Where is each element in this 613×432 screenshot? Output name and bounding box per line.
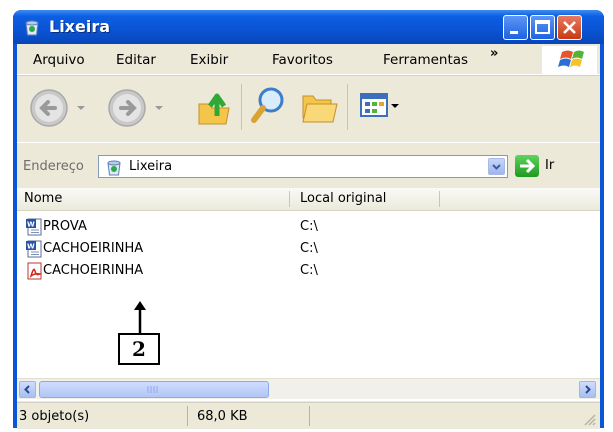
maximize-button[interactable] (530, 15, 555, 40)
scroll-thumb[interactable] (39, 381, 269, 398)
address-value: Lixeira (129, 159, 173, 174)
resize-grip-icon[interactable] (583, 413, 597, 427)
file-name: PROVA (43, 219, 87, 234)
close-button[interactable] (557, 15, 582, 40)
go-button[interactable] (515, 155, 539, 177)
title-bar[interactable]: Lixeira (13, 10, 604, 44)
status-object-count: 3 objeto(s) (19, 409, 90, 424)
status-bar: 3 objeto(s) 68,0 KB (17, 402, 600, 429)
menu-bar: Arquivo Editar Exibir Favoritos Ferramen… (17, 44, 600, 75)
scroll-right-button[interactable] (579, 381, 596, 398)
recycle-bin-icon (107, 160, 121, 176)
chevron-left-icon (24, 385, 30, 394)
file-list: Nome Local original W PROVA C:\ W CACHOE… (17, 188, 600, 401)
menu-arquivo[interactable]: Arquivo (33, 52, 85, 68)
menu-ferramentas[interactable]: Ferramentas (383, 52, 468, 68)
address-bar: Endereço Lixeira Ir (17, 142, 600, 188)
address-dropdown-button[interactable] (488, 158, 505, 175)
svg-text:W: W (27, 221, 35, 229)
column-name[interactable]: Nome (24, 191, 62, 206)
file-location: C:\ (300, 241, 318, 256)
chevron-right-icon (585, 385, 591, 394)
menu-editar[interactable]: Editar (116, 52, 156, 68)
minimize-button[interactable] (503, 15, 528, 40)
annotation-arrow (134, 301, 146, 334)
recycle-bin-icon (25, 20, 39, 36)
list-item[interactable]: W CACHOEIRINHA C:\ (17, 238, 600, 260)
file-location: C:\ (300, 219, 318, 234)
menu-favoritos[interactable]: Favoritos (272, 52, 333, 68)
maximize-icon (535, 20, 550, 34)
windows-flag-icon (558, 50, 584, 67)
address-field[interactable]: Lixeira (98, 155, 508, 178)
windows-logo (542, 46, 597, 74)
menu-overflow-chevron[interactable]: » (490, 46, 498, 61)
column-header: Nome Local original (17, 188, 600, 211)
client-area: Arquivo Editar Exibir Favoritos Ferramen… (17, 44, 600, 429)
arrow-right-icon (520, 158, 536, 174)
menu-exibir[interactable]: Exibir (190, 52, 228, 68)
word-document-icon: W (26, 240, 42, 258)
go-label[interactable]: Ir (545, 158, 554, 173)
list-item[interactable]: W PROVA C:\ (17, 216, 600, 238)
window-title: Lixeira (49, 17, 111, 36)
scroll-left-button[interactable] (19, 381, 36, 398)
close-icon (563, 21, 576, 34)
status-size: 68,0 KB (197, 409, 248, 424)
views-button[interactable] (357, 88, 399, 126)
svg-text:W: W (27, 243, 35, 251)
address-label: Endereço (23, 159, 84, 174)
toolbar-separator (241, 84, 242, 130)
status-separator (309, 406, 310, 426)
back-button[interactable] (25, 84, 100, 132)
minimize-icon (510, 31, 518, 34)
file-name: CACHOEIRINHA (43, 241, 144, 256)
list-item[interactable]: CACHOEIRINHA C:\ (17, 260, 600, 282)
toolbar-separator (347, 84, 348, 130)
column-separator[interactable] (439, 191, 440, 207)
column-separator[interactable] (289, 191, 290, 207)
word-document-icon: W (26, 218, 42, 236)
folders-button[interactable] (299, 86, 341, 128)
search-button[interactable] (249, 84, 291, 128)
file-location: C:\ (300, 263, 318, 278)
chevron-down-icon (492, 164, 501, 170)
explorer-window: Lixeira Arquivo Editar Exibir Favoritos … (13, 10, 604, 429)
horizontal-scrollbar[interactable] (17, 378, 600, 399)
up-folder-button[interactable] (195, 86, 235, 128)
grip-icon (147, 386, 158, 393)
standard-toolbar (17, 75, 600, 142)
column-original-location[interactable]: Local original (300, 191, 386, 206)
file-name: CACHOEIRINHA (43, 263, 144, 278)
annotation-label: 2 (118, 333, 160, 365)
status-separator (187, 406, 188, 426)
pdf-document-icon (27, 262, 43, 280)
forward-button[interactable] (103, 84, 178, 132)
